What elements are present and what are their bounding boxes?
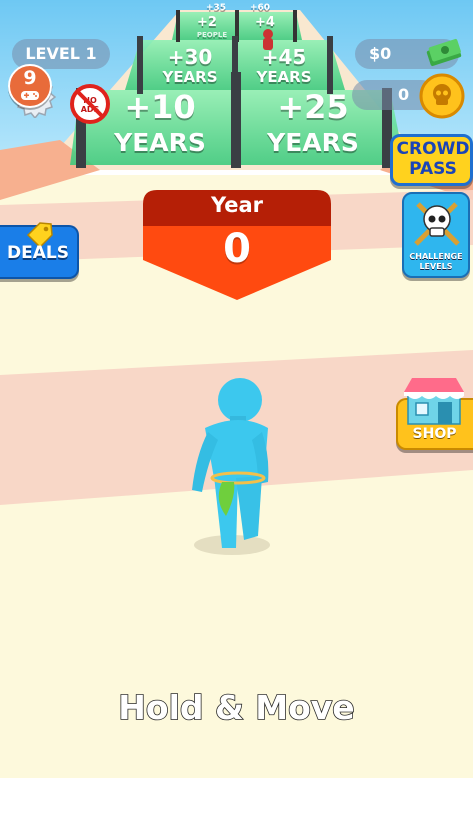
year-value: 0 <box>223 226 251 272</box>
gate-near-left-unit: YEARS <box>114 128 206 157</box>
gate-mid-left-unit: YEARS <box>162 68 218 86</box>
no-ads-button[interactable]: NO ADS <box>70 84 110 124</box>
cash-stack-icon <box>426 38 462 67</box>
crowd-pass-label-line2: PASS <box>409 159 457 179</box>
gate-far-right-value: +4 <box>255 15 275 30</box>
skull-crossed-swords-icon <box>414 202 460 246</box>
storefront-icon <box>404 378 464 425</box>
no-ads-icon <box>76 90 104 118</box>
shop-label: SHOP <box>412 426 457 442</box>
challenge-label-line2: LEVELS <box>419 262 453 271</box>
notification-count: 9 <box>23 67 37 89</box>
gate-near-left-value: +10 <box>124 88 196 126</box>
challenge-label-line1: CHALLENGE <box>409 252 463 261</box>
gamepad-icon <box>21 91 39 100</box>
hold-and-move-hint: Hold & Move <box>117 687 355 728</box>
cash-value: $0 <box>369 44 392 63</box>
crowd-pass-label-line1: CROWD <box>396 139 470 159</box>
year-title: Year <box>210 193 264 217</box>
gate-far-left-value: +2 <box>197 15 217 30</box>
gate-far-top-right-value: +60 <box>249 3 271 13</box>
deals-label: DEALS <box>7 243 69 263</box>
gate-mid-left-value: +30 <box>167 45 213 69</box>
gate-far-unit: PEOPLE <box>196 31 228 39</box>
game-scene[interactable]: +35 +60 +2 +4 PEOPLE +30 YEARS +45 YEARS… <box>0 0 473 778</box>
gate-mid-right-value: +45 <box>261 45 307 69</box>
shop-button[interactable]: SHOP <box>396 376 473 450</box>
gate-mid-right-unit: YEARS <box>256 68 312 86</box>
gate-far-top-left-value: +35 <box>205 3 227 13</box>
challenge-levels-button[interactable]: CHALLENGE LEVELS <box>402 192 470 278</box>
coin-value: 0 <box>398 85 410 104</box>
game-center-badge[interactable]: 9 <box>8 64 52 108</box>
gate-near-right-unit: YEARS <box>267 128 359 157</box>
level-label: LEVEL 1 <box>25 44 97 63</box>
skull-coin-icon <box>419 73 465 119</box>
crowd-pass-button[interactable]: CROWD PASS <box>390 134 473 186</box>
deals-button[interactable]: DEALS <box>0 222 79 279</box>
